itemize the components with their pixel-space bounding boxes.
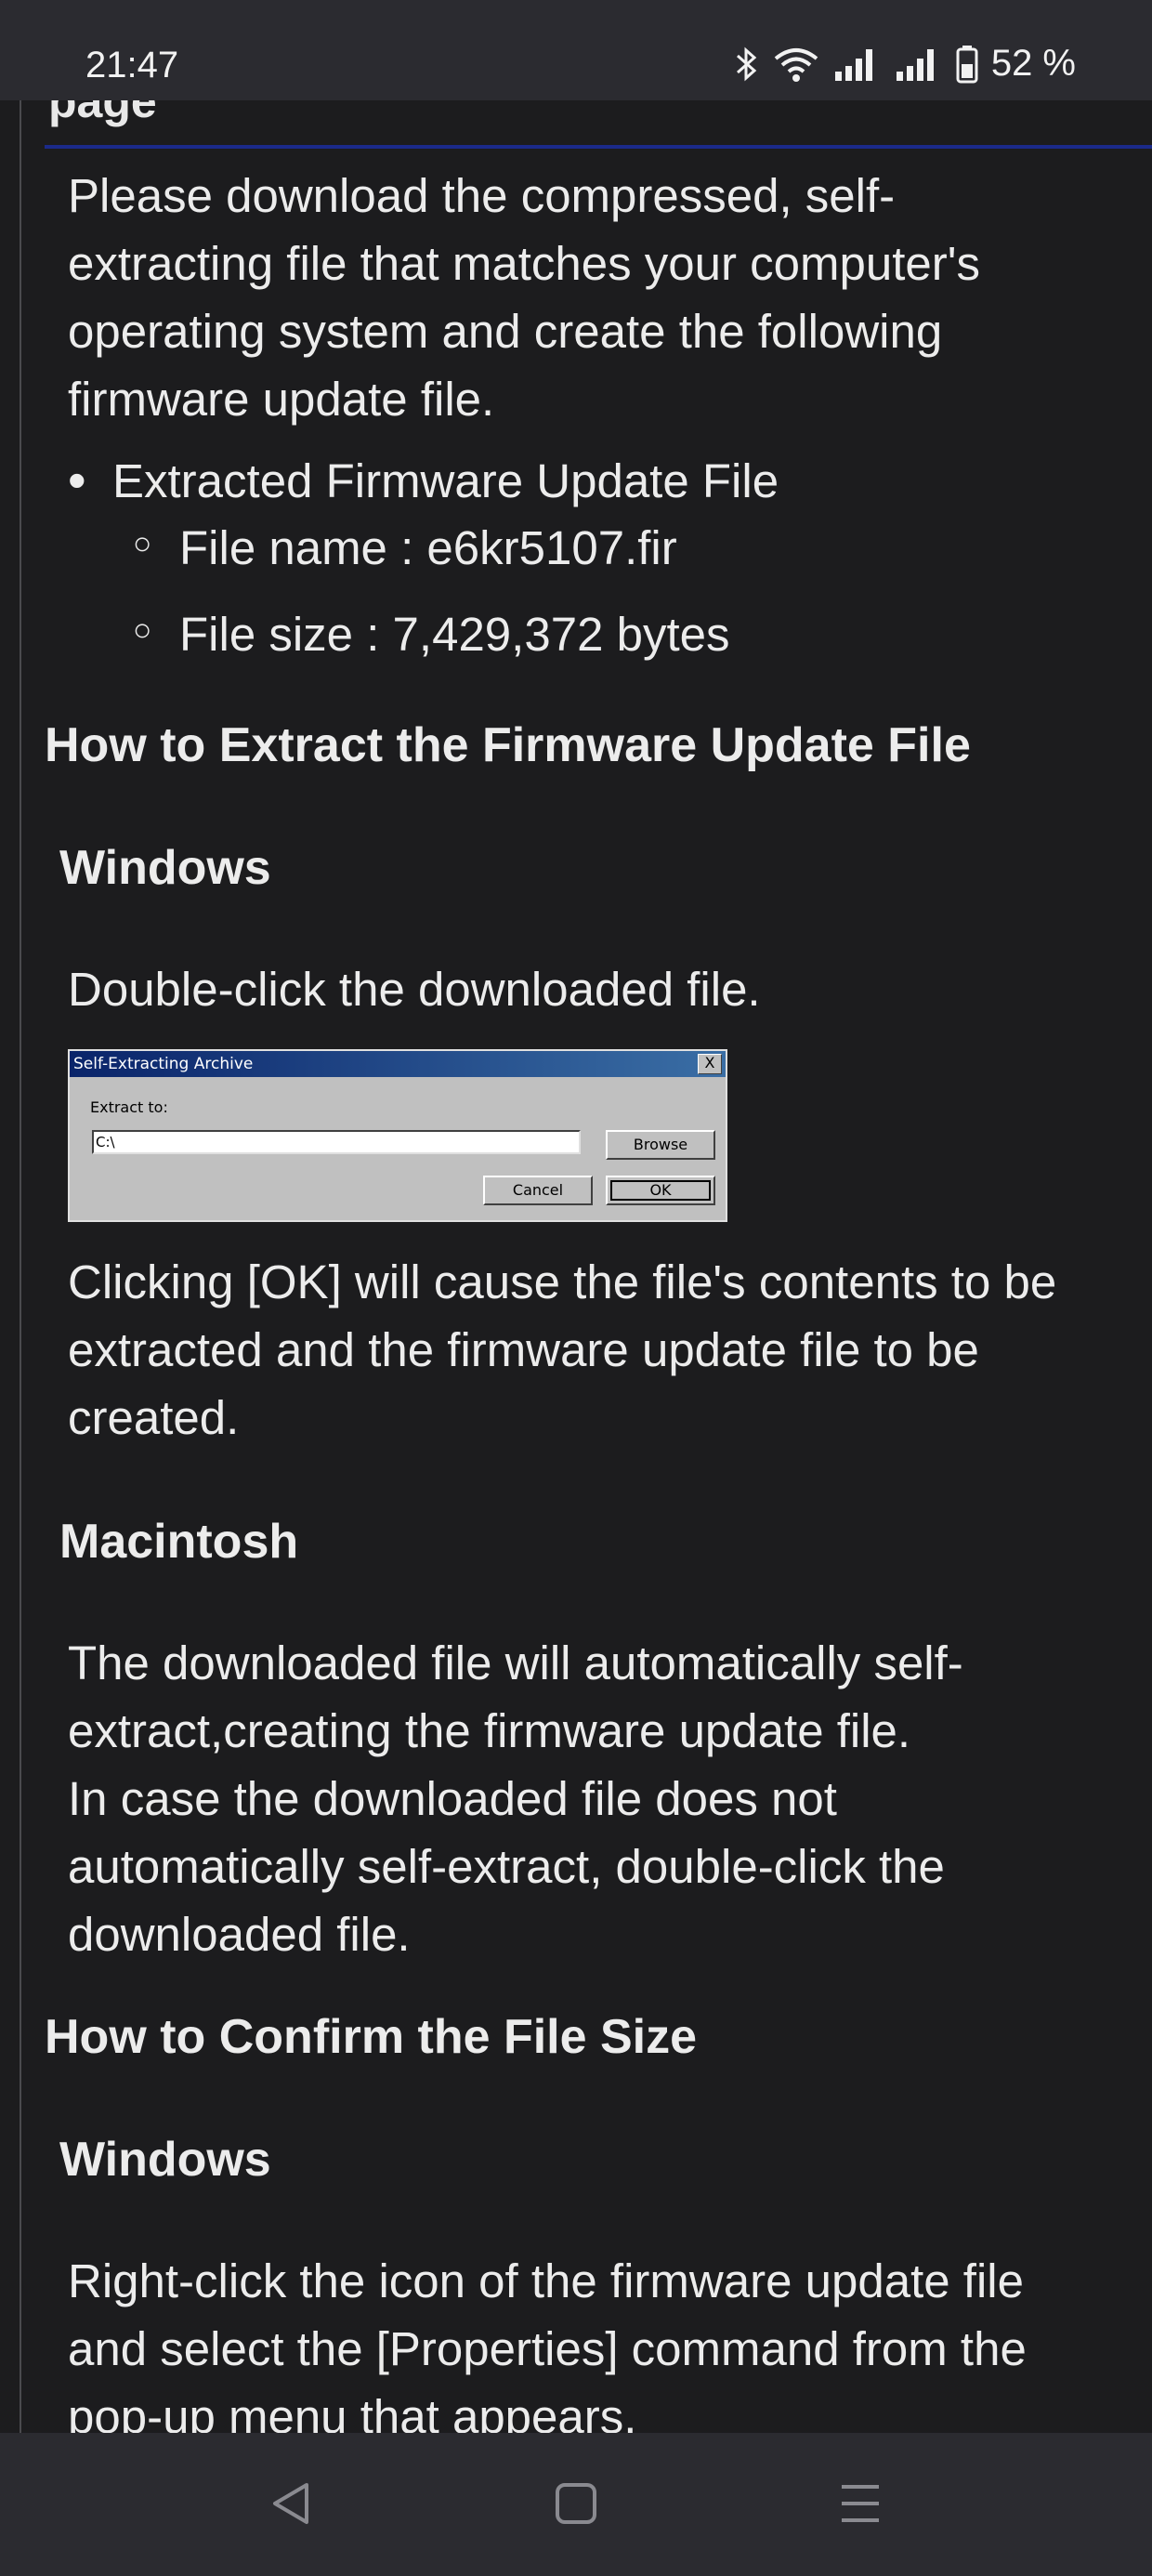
file-name-item: File name : e6kr5107.fir	[68, 520, 677, 575]
status-time: 21:47	[85, 45, 179, 85]
status-icons: 52 %	[735, 43, 1076, 85]
macintosh-instruction: The downloaded file will automatically s…	[68, 1636, 963, 1961]
ok-button: OK	[606, 1176, 715, 1205]
extract-path-input: C:\	[92, 1130, 581, 1154]
cancel-button: Cancel	[483, 1176, 593, 1205]
status-bar: 21:47 52 %	[0, 0, 1152, 100]
subheading-windows-2: Windows	[59, 2133, 271, 2187]
page-heading-partial: page	[48, 100, 157, 127]
subheading-windows: Windows	[59, 841, 271, 895]
firmware-file-sublist: File size : 7,429,372 bytes	[68, 607, 730, 662]
intro-paragraph: Please download the compressed, self- ex…	[68, 169, 980, 426]
firmware-file-list: Extracted Firmware Update File	[68, 450, 779, 510]
bluetooth-icon	[736, 46, 757, 81]
heading-underline	[45, 145, 1152, 149]
content-left-rule	[20, 100, 21, 2433]
section-heading-confirm: How to Confirm the File Size	[45, 2010, 698, 2064]
close-icon: X	[698, 1054, 722, 1074]
signal-icon	[896, 48, 934, 81]
self-extracting-dialog: Self-Extracting Archive X Extract to: C:…	[68, 1049, 727, 1222]
signal-icon	[834, 48, 872, 81]
section-heading-extract: How to Extract the Firmware Update File	[45, 718, 971, 772]
subheading-macintosh: Macintosh	[59, 1515, 299, 1569]
firmware-file-sublist: File name : e6kr5107.fir	[68, 520, 677, 575]
battery-icon	[956, 45, 978, 83]
navigation-bar	[0, 2433, 1152, 2576]
back-button[interactable]	[258, 2470, 325, 2537]
confirm-instruction: Right-click the icon of the firmware upd…	[68, 2254, 1027, 2433]
home-icon	[556, 2483, 596, 2524]
list-item: Extracted Firmware Update File	[68, 450, 779, 510]
ok-explanation: Clicking [OK] will cause the file's cont…	[68, 1255, 1057, 1444]
wifi-icon	[774, 47, 818, 82]
home-button[interactable]	[543, 2470, 609, 2537]
browse-button: Browse	[606, 1130, 715, 1160]
battery-percent: 52 %	[990, 43, 1076, 84]
back-icon	[273, 2483, 308, 2524]
recents-button[interactable]	[827, 2470, 894, 2537]
windows-instruction: Double-click the downloaded file.	[68, 963, 761, 1016]
page-content[interactable]: page Please download the compressed, sel…	[0, 100, 1152, 2433]
file-size-item: File size : 7,429,372 bytes	[68, 607, 730, 662]
dialog-title: Self-Extracting Archive	[70, 1051, 726, 1077]
recents-icon	[842, 2485, 879, 2522]
extract-to-label: Extract to:	[90, 1098, 168, 1116]
